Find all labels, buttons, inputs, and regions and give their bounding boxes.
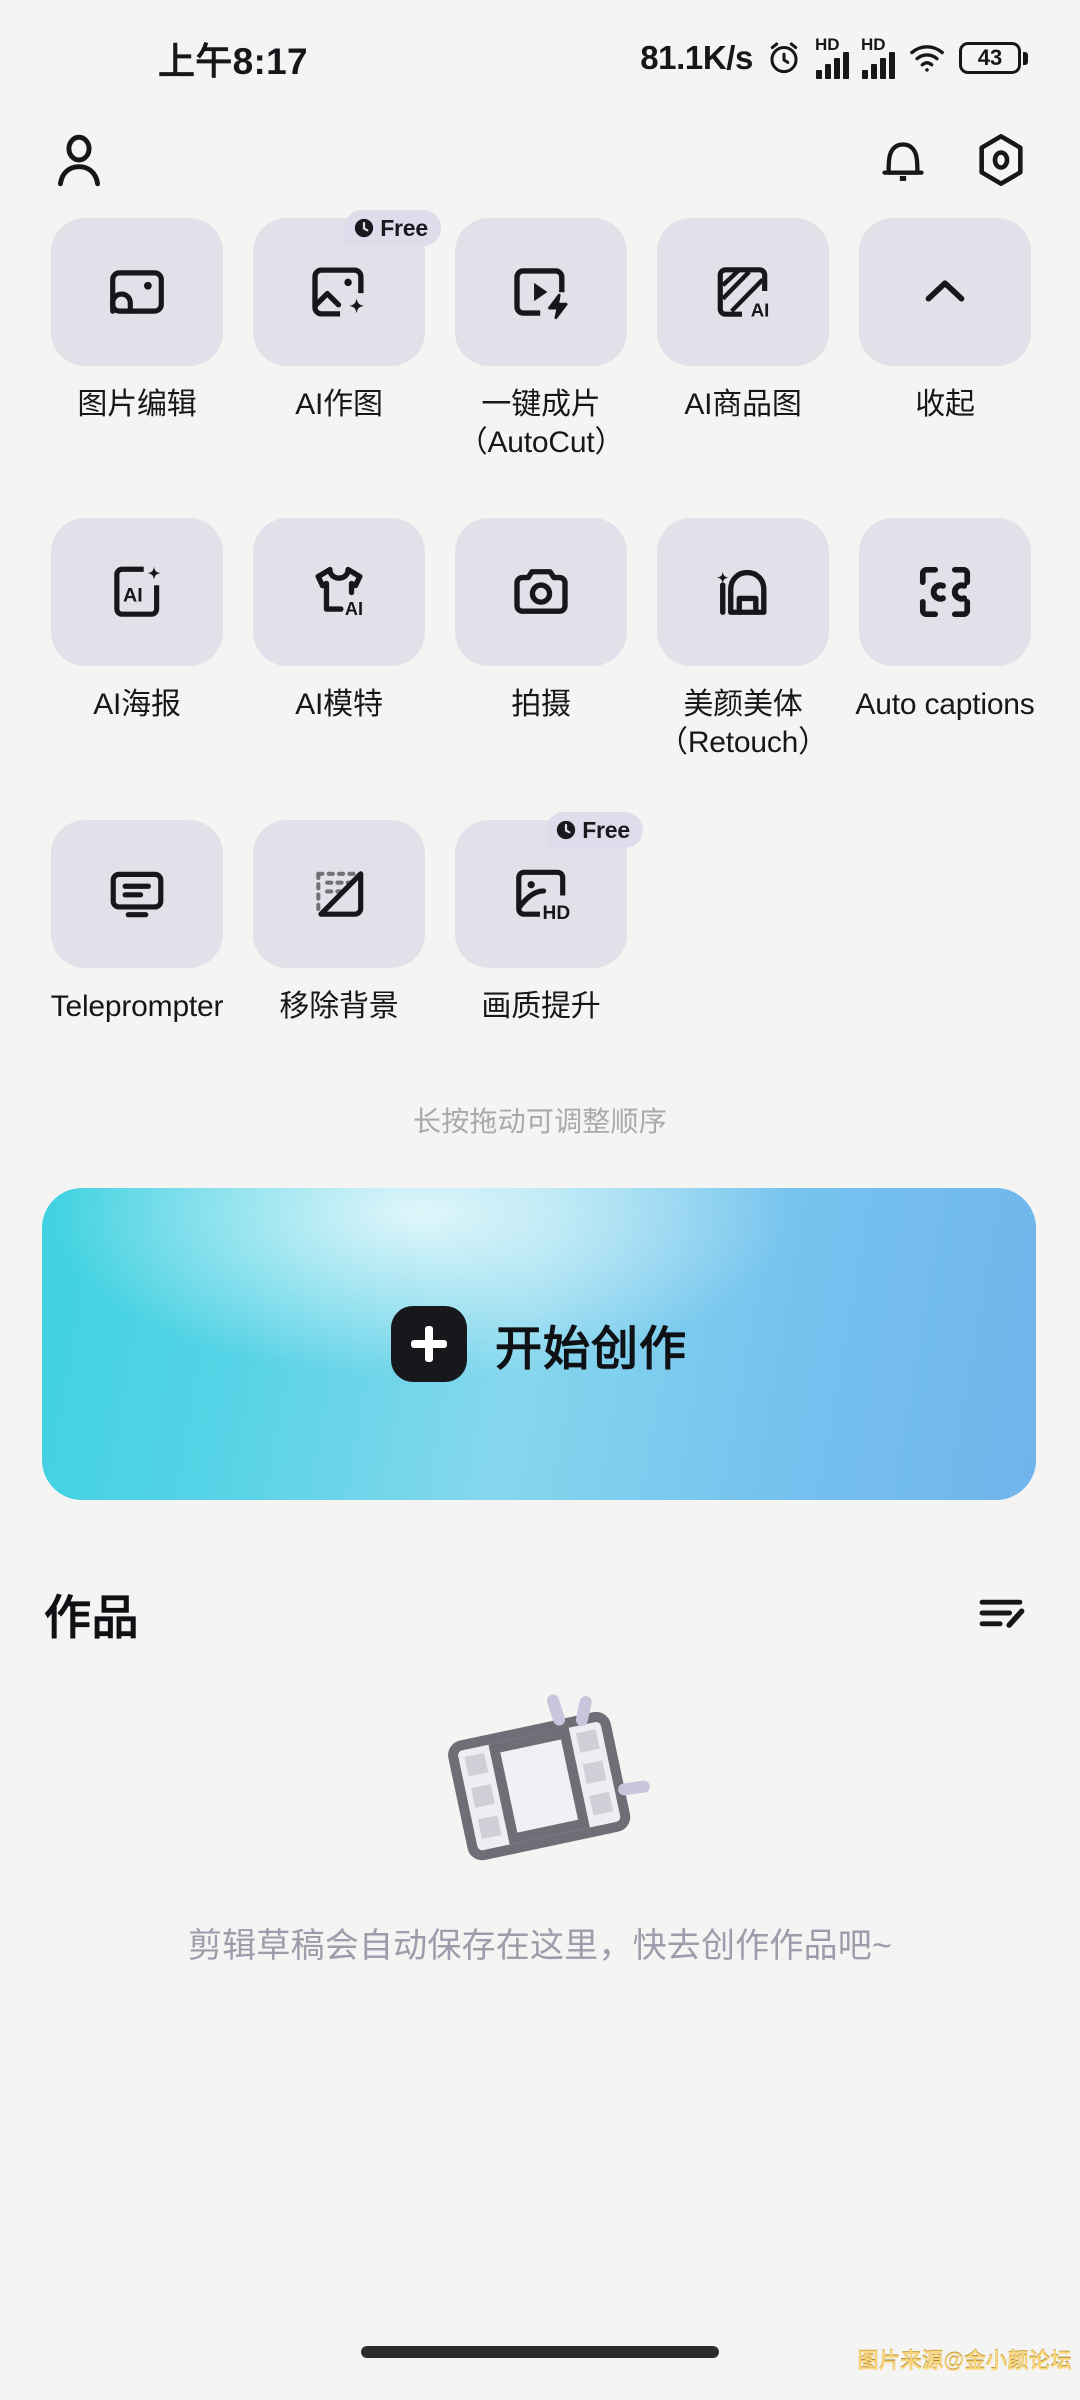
watermark: 图片来源@金小颜论坛 <box>858 2344 1072 2374</box>
status-time: 上午8:17 <box>158 41 308 82</box>
tool-label: Auto captions <box>855 688 1035 721</box>
tool-grid: 图片编辑 Free AI作图 一键成片 （AutoCut） AI AI商品图 收… <box>36 210 1046 1120</box>
tool-tile[interactable]: AI <box>51 518 223 666</box>
ai-model-shirt-icon: AI <box>307 560 371 624</box>
tool-label: 拍摄 <box>511 688 571 721</box>
tool-item-autocut[interactable]: 一键成片 （AutoCut） <box>440 218 642 518</box>
ai-poster-icon: AI <box>106 561 168 623</box>
image-edit-icon <box>106 261 168 323</box>
tool-tile[interactable]: AI <box>657 218 829 366</box>
home-indicator[interactable] <box>361 2346 719 2358</box>
app-screen: 上午8:17 81.1K/s HD HD 43 图片编辑 Free AI作图 一… <box>0 0 1080 2400</box>
ai-image-sparkle-icon <box>307 260 371 324</box>
page-title: 作品 <box>44 1590 139 1644</box>
tool-tile[interactable]: AI <box>253 518 425 666</box>
bell-icon[interactable] <box>876 133 930 187</box>
start-creating-banner[interactable]: 开始创作 <box>42 1188 1036 1500</box>
network-speed: 81.1K/s <box>640 39 753 76</box>
status-icons: 81.1K/s HD HD 43 <box>640 36 1028 79</box>
tool-label: 画质提升 <box>481 990 601 1023</box>
drag-order-hint: 长按拖动可调整顺序 <box>413 1106 667 1137</box>
clock-icon <box>355 218 374 238</box>
tool-tile[interactable]: Free <box>253 210 441 366</box>
tool-tile[interactable] <box>859 518 1031 666</box>
works-empty-text: 剪辑草稿会自动保存在这里，快去创作作品吧~ <box>187 1927 893 1965</box>
retouch-face-icon <box>711 560 775 624</box>
teleprompter-icon <box>106 863 168 925</box>
nav-right-actions <box>876 131 1030 189</box>
status-bar: 上午8:17 81.1K/s HD HD 43 <box>0 0 1080 110</box>
tool-item-remove-background[interactable]: 移除背景 <box>238 820 440 1120</box>
auto-cut-bolt-icon <box>509 260 573 324</box>
tool-item-retouch[interactable]: 美颜美体 （Retouch） <box>642 518 844 820</box>
film-strip-icon <box>410 1690 670 1880</box>
tool-item-ai-model[interactable]: AI AI模特 <box>238 518 440 820</box>
tool-label: Teleprompter <box>50 990 224 1023</box>
closed-caption-icon <box>914 561 976 623</box>
svg-text:AI: AI <box>345 599 363 619</box>
tool-label: 图片编辑 <box>77 388 197 421</box>
signal-bars-sim1-icon: HD <box>815 36 849 79</box>
tool-label: AI作图 <box>295 388 383 421</box>
free-badge-label: Free <box>380 214 428 241</box>
works-empty-state: 剪辑草稿会自动保存在这里，快去创作作品吧~ <box>0 1690 1080 1971</box>
tool-item-ai-product[interactable]: AI AI商品图 <box>642 218 844 518</box>
svg-text:AI: AI <box>751 299 770 320</box>
chevron-up-icon <box>914 261 976 323</box>
tool-tile[interactable] <box>51 218 223 366</box>
camera-icon <box>509 560 573 624</box>
tool-label: AI商品图 <box>684 388 802 421</box>
tool-label: 收起 <box>915 388 975 421</box>
edit-list-icon[interactable] <box>974 1586 1028 1640</box>
start-creating-label: 开始创作 <box>495 1321 687 1375</box>
free-badge-label: Free <box>582 816 630 843</box>
tool-label: AI海报 <box>93 688 181 721</box>
tool-tile[interactable] <box>859 218 1031 366</box>
tool-item-ai-poster[interactable]: AI AI海报 <box>36 518 238 820</box>
svg-text:AI: AI <box>123 584 143 606</box>
hexagon-settings-icon[interactable] <box>972 131 1030 189</box>
tool-item-shoot[interactable]: 拍摄 <box>440 518 642 820</box>
free-badge: Free <box>546 812 643 848</box>
works-section-header: 作品 <box>0 1568 1080 1658</box>
battery-icon: 43 <box>959 42 1028 74</box>
signal-bars-sim2-icon: HD <box>861 36 895 79</box>
tool-item-auto-captions[interactable]: Auto captions <box>844 518 1046 820</box>
tool-label: 一键成片 （AutoCut） <box>457 388 625 460</box>
tool-tile[interactable]: HD Free <box>455 812 643 968</box>
tool-tile[interactable] <box>455 518 627 666</box>
tool-label: 移除背景 <box>279 990 399 1023</box>
tool-tile[interactable] <box>253 820 425 968</box>
person-icon[interactable] <box>48 129 110 191</box>
tool-tile[interactable] <box>657 518 829 666</box>
plus-icon <box>391 1306 467 1382</box>
tool-item-teleprompter[interactable]: Teleprompter <box>36 820 238 1120</box>
clock-icon <box>557 820 576 840</box>
tool-item-image-edit[interactable]: 图片编辑 <box>36 218 238 518</box>
tool-tile[interactable] <box>455 218 627 366</box>
tool-label: AI模特 <box>295 688 383 721</box>
ai-product-image-icon: AI <box>712 261 774 323</box>
tool-label: 美颜美体 （Retouch） <box>658 688 828 760</box>
tool-item-collapse[interactable]: 收起 <box>844 218 1046 518</box>
alarm-clock-icon <box>765 39 803 77</box>
top-nav-bar <box>0 110 1080 210</box>
free-badge: Free <box>344 210 441 246</box>
tool-tile[interactable] <box>51 820 223 968</box>
wifi-icon <box>907 42 947 74</box>
tool-item-ai-image[interactable]: Free AI作图 <box>238 210 441 518</box>
tool-item-hd-enhance[interactable]: HD Free 画质提升 <box>440 812 643 1120</box>
hd-enhance-icon: HD <box>510 863 572 925</box>
remove-background-icon <box>308 863 370 925</box>
svg-text:HD: HD <box>543 903 571 924</box>
